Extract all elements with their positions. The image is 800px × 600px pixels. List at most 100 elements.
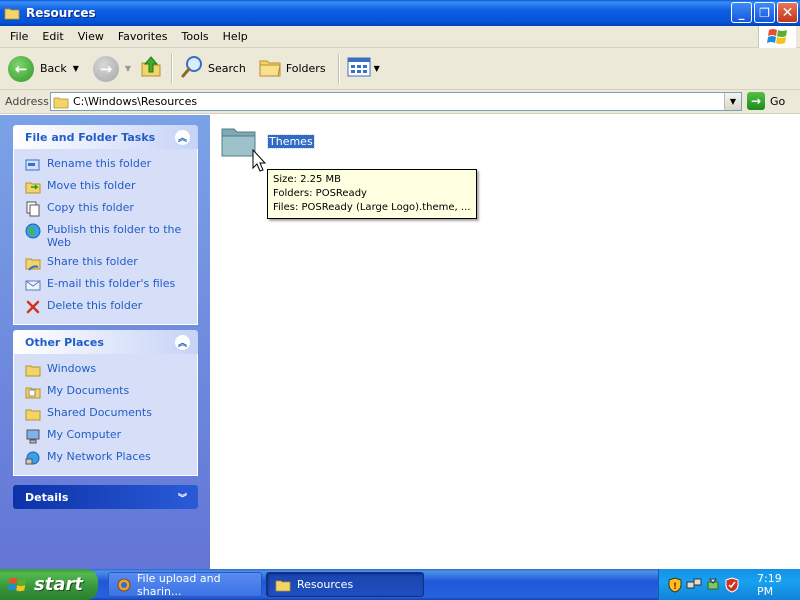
my-documents-icon [25,384,41,400]
menu-edit[interactable]: Edit [35,30,70,43]
taskbar-button-label: Resources [297,578,354,591]
address-bar: Address C:\Windows\Resources ▼ → Go [0,90,800,114]
task-delete-folder[interactable]: Delete this folder [14,296,197,318]
taskbar-button-label: File upload and sharin... [137,571,221,598]
place-label: My Network Places [47,450,151,463]
security-center-icon[interactable] [724,576,740,593]
taskbar-button-resources[interactable]: Resources [266,572,424,597]
folder-item-themes[interactable]: Themes [220,123,350,173]
folder-icon [25,362,41,378]
panel-body: Rename this folder Move this folder Copy… [13,149,198,325]
back-dropdown-icon[interactable]: ▼ [73,64,79,73]
task-share-folder[interactable]: Share this folder [14,252,197,274]
network-tray-icon[interactable] [686,577,702,593]
panel-body: Windows My Documents Shared Documents My… [13,354,198,476]
place-label: Shared Documents [47,406,152,419]
collapse-chevron-icon[interactable]: ︽ [175,334,190,350]
search-label: Search [208,62,246,75]
panel-header[interactable]: Details ︾ [13,485,198,509]
views-button[interactable]: ▼ [343,51,384,87]
expand-chevron-icon[interactable]: ︾ [175,490,190,505]
up-folder-button[interactable] [135,51,167,87]
place-shared-documents[interactable]: Shared Documents [14,403,197,425]
email-icon [25,277,41,293]
safely-remove-hardware-icon[interactable] [705,577,721,593]
close-button[interactable]: ✕ [777,2,798,23]
views-dropdown-icon[interactable]: ▼ [374,64,380,73]
windows-logo-icon [8,576,28,594]
go-label: Go [770,94,786,108]
tooltip-size: Size: 2.25 MB [273,174,342,185]
menu-view[interactable]: View [71,30,111,43]
minimize-button[interactable]: _ [731,2,752,23]
views-icon [347,57,371,80]
address-dropdown-icon[interactable]: ▼ [724,93,741,110]
title-bar: Resources _ ❐ ✕ [0,0,800,26]
security-shield-icon[interactable]: ! [667,576,683,593]
tooltip-folders: Folders: POSReady [273,188,367,199]
panel-title: File and Folder Tasks [25,130,156,144]
browser-icon [117,578,131,592]
task-copy-folder[interactable]: Copy this folder [14,198,197,220]
tooltip-files: Files: POSReady (Large Logo).theme, ... [273,202,471,213]
rename-icon [25,157,41,173]
menu-help[interactable]: Help [216,30,255,43]
folder-content-view: Themes Size: 2.25 MB Folders: POSReady F… [210,115,800,569]
file-folder-tasks-panel: File and Folder Tasks ︽ Rename this fold… [13,125,198,325]
folder-icon [4,6,20,20]
collapse-chevron-icon[interactable]: ︽ [175,129,190,145]
toolbar-separator [337,53,339,84]
address-path: C:\Windows\Resources [73,95,198,108]
mouse-pointer-icon [252,148,268,173]
task-label: Delete this folder [47,299,143,312]
place-my-network-places[interactable]: My Network Places [14,447,197,469]
start-button[interactable]: start [0,569,98,600]
my-computer-icon [25,428,41,444]
folder-name[interactable]: Themes [267,134,315,149]
place-label: My Computer [47,428,122,441]
place-my-computer[interactable]: My Computer [14,425,197,447]
task-label: Share this folder [47,255,138,268]
forward-button[interactable]: → ▼ [89,51,135,87]
forward-dropdown-icon[interactable]: ▼ [125,64,131,73]
folder-icon [53,95,69,109]
place-my-documents[interactable]: My Documents [14,381,197,403]
task-label: E-mail this folder's files [47,277,176,290]
start-label: start [34,574,83,595]
place-label: My Documents [47,384,130,397]
task-label: Move this folder [47,179,136,192]
publish-web-icon [25,223,41,239]
search-icon [180,55,204,82]
share-icon [25,255,41,271]
details-panel: Details ︾ [13,485,198,509]
go-button[interactable]: → Go [747,92,785,110]
panel-title: Other Places [25,335,104,349]
menu-file[interactable]: File [3,30,35,43]
maximize-button[interactable]: ❐ [754,2,775,23]
panel-header[interactable]: Other Places ︽ [13,330,198,354]
search-button[interactable]: Search [176,51,250,87]
go-arrow-icon: → [747,92,765,110]
task-rename-folder[interactable]: Rename this folder [14,154,197,176]
folders-button[interactable]: Folders [254,51,330,87]
address-input[interactable]: C:\Windows\Resources ▼ [50,92,742,111]
standard-toolbar: ← Back ▼ → ▼ Search Folders ▼ [0,48,800,90]
panel-header[interactable]: File and Folder Tasks ︽ [13,125,198,149]
task-email-files[interactable]: E-mail this folder's files [14,274,197,296]
place-label: Windows [47,362,97,375]
menu-favorites[interactable]: Favorites [111,30,175,43]
task-publish-web[interactable]: Publish this folder to the Web [14,220,197,252]
forward-arrow-icon: → [92,55,119,82]
task-label: Rename this folder [47,157,152,170]
place-windows[interactable]: Windows [14,359,197,381]
system-tray: ! 7:19 PM [658,569,800,600]
up-folder-icon [139,55,163,82]
back-button[interactable]: ← Back ▼ [4,51,83,87]
other-places-panel: Other Places ︽ Windows My Documents Shar… [13,330,198,476]
copy-icon [25,201,41,217]
clock[interactable]: 7:19 PM [757,572,800,598]
menu-tools[interactable]: Tools [175,30,216,43]
address-label: Address [5,95,49,108]
task-move-folder[interactable]: Move this folder [14,176,197,198]
taskbar-button-file-upload[interactable]: File upload and sharin... [108,571,262,598]
